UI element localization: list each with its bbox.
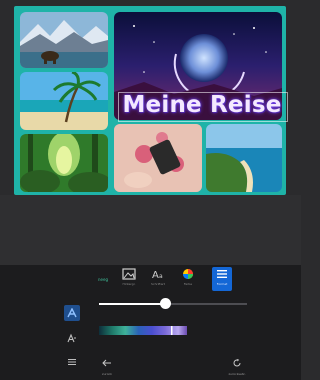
tab-left-text: neeg	[98, 277, 108, 282]
color-wheel-icon	[183, 269, 193, 279]
back-button-label: zurück	[102, 372, 112, 376]
svg-text:A: A	[152, 270, 159, 280]
align-lines-icon	[68, 359, 76, 365]
tab-format[interactable]: Format	[211, 268, 233, 292]
size-slider-fill	[99, 303, 165, 305]
back-arrow-icon	[102, 359, 111, 367]
tab-font[interactable]: A a Schriftart	[147, 268, 169, 292]
photo-tile-jungle[interactable]	[20, 134, 108, 192]
mountain-photo	[20, 12, 108, 68]
gradient-marker[interactable]	[171, 326, 173, 335]
image-icon	[122, 268, 136, 280]
photo-tile-mountain-bear[interactable]	[20, 12, 108, 68]
color-gradient-picker[interactable]	[99, 326, 187, 335]
text-align-icon	[217, 270, 227, 278]
photo-tile-coast[interactable]	[206, 124, 282, 192]
photo-tile-hands[interactable]	[114, 124, 202, 192]
svg-text:a: a	[159, 273, 163, 280]
beach-photo	[20, 72, 108, 130]
text-style-button[interactable]	[64, 305, 80, 321]
photo-tile-palm-beach[interactable]	[20, 72, 108, 130]
collage-title[interactable]: Meine Reise	[122, 92, 282, 118]
text-size-button[interactable]	[64, 330, 80, 346]
preview-background	[0, 195, 301, 265]
tab-background-label: Hintergr.	[122, 282, 136, 286]
tab-left-label[interactable]: neeg	[92, 268, 114, 292]
reset-button-label: zurücksetz.	[228, 372, 246, 376]
tab-color[interactable]: Farbe	[177, 268, 199, 292]
coast-photo	[206, 124, 282, 192]
text-align-button[interactable]	[64, 354, 80, 370]
tab-font-label: Schriftart	[151, 282, 165, 286]
jungle-photo	[20, 134, 108, 192]
font-icon: A a	[152, 270, 163, 280]
text-style-icon	[67, 308, 77, 318]
tab-background[interactable]: Hintergr.	[118, 268, 140, 292]
tab-color-label: Farbe	[183, 282, 193, 286]
reset-icon	[233, 358, 241, 367]
tab-format-label: Format	[216, 282, 228, 286]
text-size-icon	[67, 333, 76, 343]
hands-photo	[114, 124, 202, 192]
reset-button[interactable]: zurücksetz.	[226, 352, 248, 376]
back-button[interactable]: zurück	[96, 352, 118, 376]
size-slider-knob[interactable]	[160, 298, 171, 309]
